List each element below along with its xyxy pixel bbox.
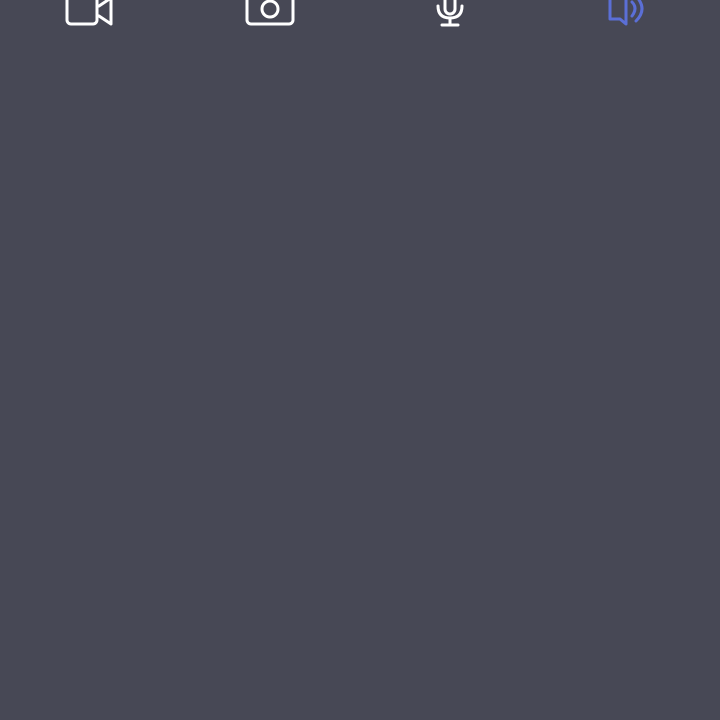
microphone-button[interactable]	[418, 0, 482, 40]
video-camera-icon	[65, 0, 113, 26]
app-screen	[0, 0, 720, 720]
video-button[interactable]	[59, 0, 123, 40]
photo-camera-icon	[245, 0, 295, 26]
media-toolbar	[0, 0, 720, 40]
content-area	[0, 40, 720, 720]
photo-button[interactable]	[238, 0, 302, 40]
speaker-button[interactable]	[598, 0, 662, 40]
speaker-icon	[608, 0, 644, 26]
microphone-icon	[436, 0, 464, 27]
